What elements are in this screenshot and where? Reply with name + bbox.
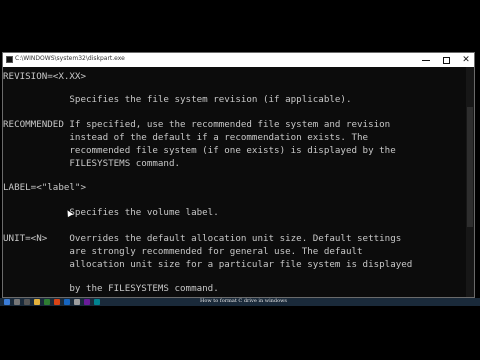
title-bar[interactable]: C:\WINDOWS\system32\diskpart.exe ✕: [3, 53, 474, 67]
close-button[interactable]: ✕: [457, 53, 475, 67]
start-icon[interactable]: [4, 299, 10, 305]
console-line: LABEL=<"label">: [3, 182, 86, 193]
console-line: allocation unit size for a particular fi…: [3, 259, 413, 270]
console-line: Specifies the file system revision (if a…: [3, 94, 352, 105]
console-taskbar-icon[interactable]: [74, 299, 80, 305]
maximize-icon: [442, 56, 450, 64]
console-line: UNIT=<N> Overrides the default allocatio…: [3, 233, 402, 244]
taskbar: How to format C drive in windows: [0, 298, 480, 306]
vertical-scrollbar[interactable]: [466, 67, 474, 297]
console-window: C:\WINDOWS\system32\diskpart.exe ✕ REVIS…: [2, 52, 475, 298]
close-icon: ✕: [462, 55, 470, 65]
console-line: recommended file system (if one exists) …: [3, 145, 396, 156]
console-line: instead of the default if a recommendati…: [3, 132, 369, 143]
video-caption: How to format C drive in windows: [200, 298, 287, 304]
minimize-button[interactable]: [417, 53, 435, 67]
app-icon[interactable]: [84, 299, 90, 305]
search-icon[interactable]: [14, 299, 20, 305]
console-line: RECOMMENDED If specified, use the recomm…: [3, 119, 391, 130]
file-explorer-icon[interactable]: [34, 299, 40, 305]
console-line: REVISION=<X.XX>: [3, 71, 86, 82]
window-title: C:\WINDOWS\system32\diskpart.exe: [15, 55, 125, 62]
console-app-icon: [6, 56, 13, 63]
console-line: by the FILESYSTEMS command.: [3, 283, 219, 294]
minimize-icon: [422, 59, 430, 61]
app-icon[interactable]: [94, 299, 100, 305]
store-icon[interactable]: [44, 299, 50, 305]
maximize-button[interactable]: [437, 53, 455, 67]
app-icon[interactable]: [64, 299, 70, 305]
console-line: Specifies the volume label.: [3, 207, 219, 218]
scrollbar-thumb[interactable]: [467, 107, 473, 227]
console-line: FILESYSTEMS command.: [3, 158, 181, 169]
browser-icon[interactable]: [54, 299, 60, 305]
console-output[interactable]: REVISION=<X.XX> Specifies the file syste…: [3, 67, 467, 297]
console-line: are strongly recommended for general use…: [3, 246, 363, 257]
task-view-icon[interactable]: [24, 299, 30, 305]
video-frame: C:\WINDOWS\system32\diskpart.exe ✕ REVIS…: [0, 0, 480, 360]
